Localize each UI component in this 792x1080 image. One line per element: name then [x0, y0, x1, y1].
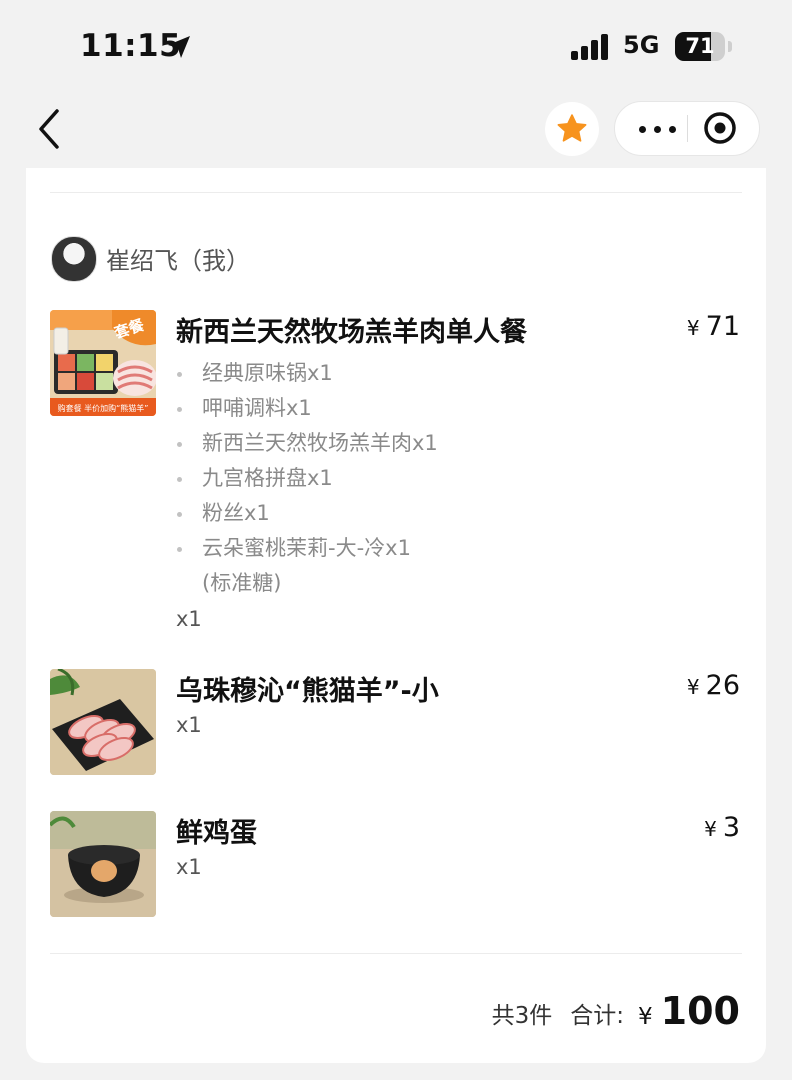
chevron-left-icon: [39, 109, 59, 149]
image-caption: 购套餐 半价加购“熊猫羊”: [57, 404, 149, 413]
item-image-lamb[interactable]: [50, 669, 156, 775]
total-amount: 100: [660, 989, 740, 1033]
status-bar: 11:15 5G 71: [0, 0, 792, 96]
list-item: 粉丝x1: [176, 496, 516, 531]
capsule-divider: [687, 115, 688, 142]
item-title: 鲜鸡蛋: [176, 818, 257, 849]
set-meal-contents: 经典原味锅x1 呷哺调料x1 新西兰天然牧场羔羊肉x1 九宫格拼盘x1 粉丝x1…: [176, 356, 516, 600]
more-dots-icon[interactable]: [633, 102, 683, 155]
list-item: 云朵蜜桃茉莉-大-冷x1: [176, 531, 516, 566]
favorite-button[interactable]: [545, 102, 599, 156]
item-image-set-meal[interactable]: 套餐 购套餐 半价加购“熊猫羊”: [50, 310, 156, 416]
item-price: ¥71: [686, 311, 740, 342]
list-item: 新西兰天然牧场羔羊肉x1: [176, 426, 516, 461]
mini-program-capsule: [614, 101, 760, 156]
divider: [50, 192, 742, 193]
divider: [50, 953, 742, 954]
item-title: 乌珠穆沁“熊猫羊”-小: [176, 676, 439, 707]
item-image-egg[interactable]: [50, 811, 156, 917]
list-item: 经典原味锅x1: [176, 356, 516, 391]
item-price: ¥3: [704, 812, 740, 843]
item-quantity: x1: [176, 855, 202, 879]
list-item: 呷哺调料x1: [176, 391, 516, 426]
order-summary: 共3件 合计: ¥ 100: [492, 986, 740, 1034]
order-card: 崔绍飞（我） 套餐 购套餐 半价加购“熊猫羊” 新西兰天然牧场羔羊肉单人餐 ¥7…: [26, 168, 766, 1063]
total-label: 合计:: [570, 1003, 625, 1029]
item-quantity: x1: [176, 713, 202, 737]
list-item: 九宫格拼盘x1: [176, 461, 516, 496]
currency-symbol: ¥: [638, 1004, 653, 1030]
item-title: 新西兰天然牧场羔羊肉单人餐: [176, 317, 527, 348]
user-name: 崔绍飞（我）: [106, 247, 250, 275]
back-button[interactable]: [30, 104, 70, 154]
battery-level: 71: [685, 34, 715, 58]
location-arrow-icon: [168, 36, 190, 58]
sub-item-note: (标准糖): [202, 571, 282, 595]
item-quantity: x1: [176, 607, 202, 631]
item-count: 共3件: [491, 1003, 553, 1029]
signal-icon: [571, 34, 611, 60]
target-icon[interactable]: [703, 111, 737, 145]
avatar: [51, 236, 97, 282]
network-type: 5G: [623, 31, 660, 59]
item-price: ¥26: [686, 670, 740, 701]
battery-icon: 71: [675, 32, 732, 61]
star-icon: [557, 114, 587, 142]
